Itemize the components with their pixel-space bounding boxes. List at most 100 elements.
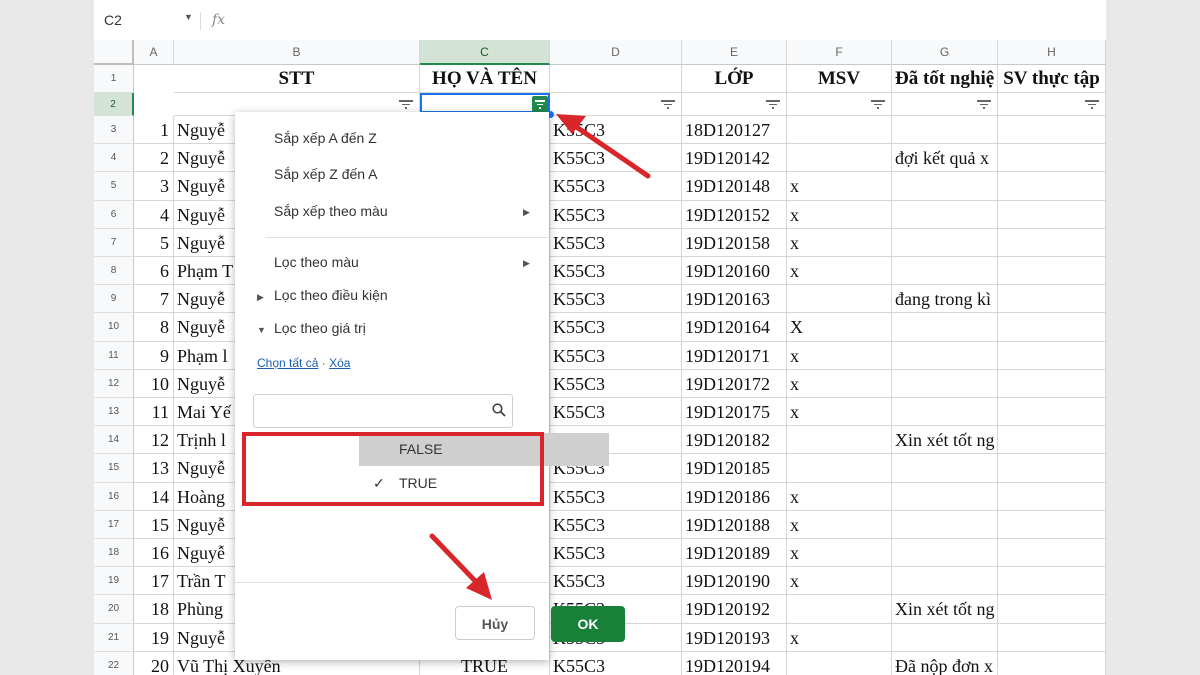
student-id-cell[interactable]: 19D120188 — [682, 510, 787, 539]
row-header[interactable]: 11 — [94, 341, 134, 370]
stt-cell[interactable]: 5 — [134, 228, 174, 257]
student-id-cell[interactable]: 18D120127 — [682, 116, 787, 145]
class-cell[interactable]: K55C3 — [550, 341, 682, 370]
class-cell[interactable]: K55C3 — [550, 651, 682, 675]
internship-cell[interactable] — [892, 454, 998, 483]
registration-cell[interactable] — [998, 313, 1106, 342]
graduated-cell[interactable] — [787, 116, 892, 145]
filter-icon[interactable] — [661, 100, 675, 110]
filter-icon[interactable] — [399, 100, 413, 110]
column-header-c[interactable]: C — [420, 40, 550, 65]
row-header[interactable]: 7 — [94, 228, 134, 257]
filter-icon[interactable] — [871, 100, 885, 110]
stt-cell[interactable]: 19 — [134, 623, 174, 652]
column-header-b[interactable]: B — [174, 40, 420, 65]
registration-cell[interactable] — [998, 257, 1106, 286]
header-cell[interactable]: Đã tốt nghiệ — [892, 65, 998, 93]
registration-cell[interactable] — [998, 595, 1106, 624]
cancel-button[interactable]: Hủy — [455, 606, 535, 640]
student-id-cell[interactable]: 19D120163 — [682, 285, 787, 314]
class-cell[interactable]: K55C3 — [550, 369, 682, 398]
column-header-e[interactable]: E — [682, 40, 787, 65]
filter-cell[interactable] — [550, 93, 682, 116]
menu-item-sort-by-color[interactable]: Sắp xếp theo màu — [274, 203, 388, 219]
row-header[interactable]: 3 — [94, 116, 134, 145]
filter-icon[interactable] — [1085, 100, 1099, 110]
header-cell[interactable]: LỚP — [682, 65, 787, 93]
row-header[interactable]: 8 — [94, 257, 134, 286]
internship-cell[interactable] — [892, 623, 998, 652]
row-header[interactable]: 5 — [94, 172, 134, 201]
filter-cell[interactable] — [998, 93, 1106, 116]
student-id-cell[interactable]: 19D120186 — [682, 482, 787, 511]
column-header-f[interactable]: F — [787, 40, 892, 65]
internship-cell[interactable]: đang trong kì — [892, 285, 998, 314]
graduated-cell[interactable] — [787, 651, 892, 675]
stt-cell[interactable]: 15 — [134, 510, 174, 539]
stt-cell[interactable]: 8 — [134, 313, 174, 342]
column-header-h[interactable]: H — [998, 40, 1106, 65]
graduated-cell[interactable]: x — [787, 200, 892, 229]
filter-icon[interactable] — [977, 100, 991, 110]
graduated-cell[interactable]: x — [787, 482, 892, 511]
row-header[interactable]: 1 — [94, 65, 134, 93]
graduated-cell[interactable] — [787, 285, 892, 314]
stt-cell[interactable]: 9 — [134, 341, 174, 370]
registration-cell[interactable] — [998, 510, 1106, 539]
class-cell[interactable]: K55C3 — [550, 200, 682, 229]
dropdown-arrow-icon[interactable]: ▼ — [184, 12, 193, 22]
graduated-cell[interactable]: x — [787, 623, 892, 652]
internship-cell[interactable]: Đã nộp đơn x — [892, 651, 998, 675]
student-id-cell[interactable]: 19D120171 — [682, 341, 787, 370]
registration-cell[interactable] — [998, 369, 1106, 398]
stt-cell[interactable]: 3 — [134, 172, 174, 201]
menu-item-sort-az[interactable]: Sắp xếp A đến Z — [274, 130, 377, 146]
row-header[interactable]: 17 — [94, 510, 134, 539]
registration-cell[interactable] — [998, 623, 1106, 652]
registration-cell[interactable] — [998, 567, 1106, 596]
internship-cell[interactable] — [892, 228, 998, 257]
row-header[interactable]: 14 — [94, 426, 134, 455]
select-all-corner[interactable] — [94, 40, 134, 65]
class-cell[interactable]: K55C3 — [550, 567, 682, 596]
menu-item-filter-by-values[interactable]: Lọc theo giá trị — [274, 320, 366, 336]
student-id-cell[interactable]: 19D120175 — [682, 398, 787, 427]
class-cell[interactable]: K55C3 — [550, 257, 682, 286]
internship-cell[interactable] — [892, 369, 998, 398]
header-cell[interactable]: SV thực tập — [998, 65, 1106, 93]
stt-cell[interactable]: 11 — [134, 398, 174, 427]
internship-cell[interactable]: Xin xét tốt ng — [892, 426, 998, 455]
registration-cell[interactable] — [998, 482, 1106, 511]
graduated-cell[interactable]: x — [787, 257, 892, 286]
stt-cell[interactable]: 2 — [134, 144, 174, 173]
stt-cell[interactable]: 17 — [134, 567, 174, 596]
student-id-cell[interactable]: 19D120158 — [682, 228, 787, 257]
internship-cell[interactable] — [892, 313, 998, 342]
student-id-cell[interactable]: 19D120185 — [682, 454, 787, 483]
collapse-arrow-icon[interactable]: ▼ — [257, 325, 266, 335]
row-header[interactable]: 9 — [94, 285, 134, 314]
stt-cell[interactable]: 20 — [134, 651, 174, 675]
internship-cell[interactable] — [892, 116, 998, 145]
stt-cell[interactable]: 14 — [134, 482, 174, 511]
registration-cell[interactable] — [998, 398, 1106, 427]
stt-cell[interactable]: 13 — [134, 454, 174, 483]
class-cell[interactable]: K55C3 — [550, 228, 682, 257]
column-header-a[interactable]: A — [134, 40, 174, 65]
registration-cell[interactable] — [998, 426, 1106, 455]
menu-item-sort-za[interactable]: Sắp xếp Z đến A — [274, 166, 378, 182]
student-id-cell[interactable]: 19D120172 — [682, 369, 787, 398]
stt-cell[interactable]: 12 — [134, 426, 174, 455]
row-header[interactable]: 15 — [94, 454, 134, 483]
graduated-cell[interactable]: x — [787, 369, 892, 398]
stt-cell[interactable]: 1 — [134, 116, 174, 145]
filter-cell[interactable] — [892, 93, 998, 116]
name-box[interactable]: C2 ▼ — [102, 10, 193, 30]
row-header[interactable]: 16 — [94, 482, 134, 511]
student-id-cell[interactable]: 19D120164 — [682, 313, 787, 342]
graduated-cell[interactable]: x — [787, 567, 892, 596]
registration-cell[interactable] — [998, 651, 1106, 675]
student-id-cell[interactable]: 19D120193 — [682, 623, 787, 652]
stt-cell[interactable]: 16 — [134, 539, 174, 568]
header-cell[interactable]: HỌ VÀ TÊN — [420, 65, 550, 93]
